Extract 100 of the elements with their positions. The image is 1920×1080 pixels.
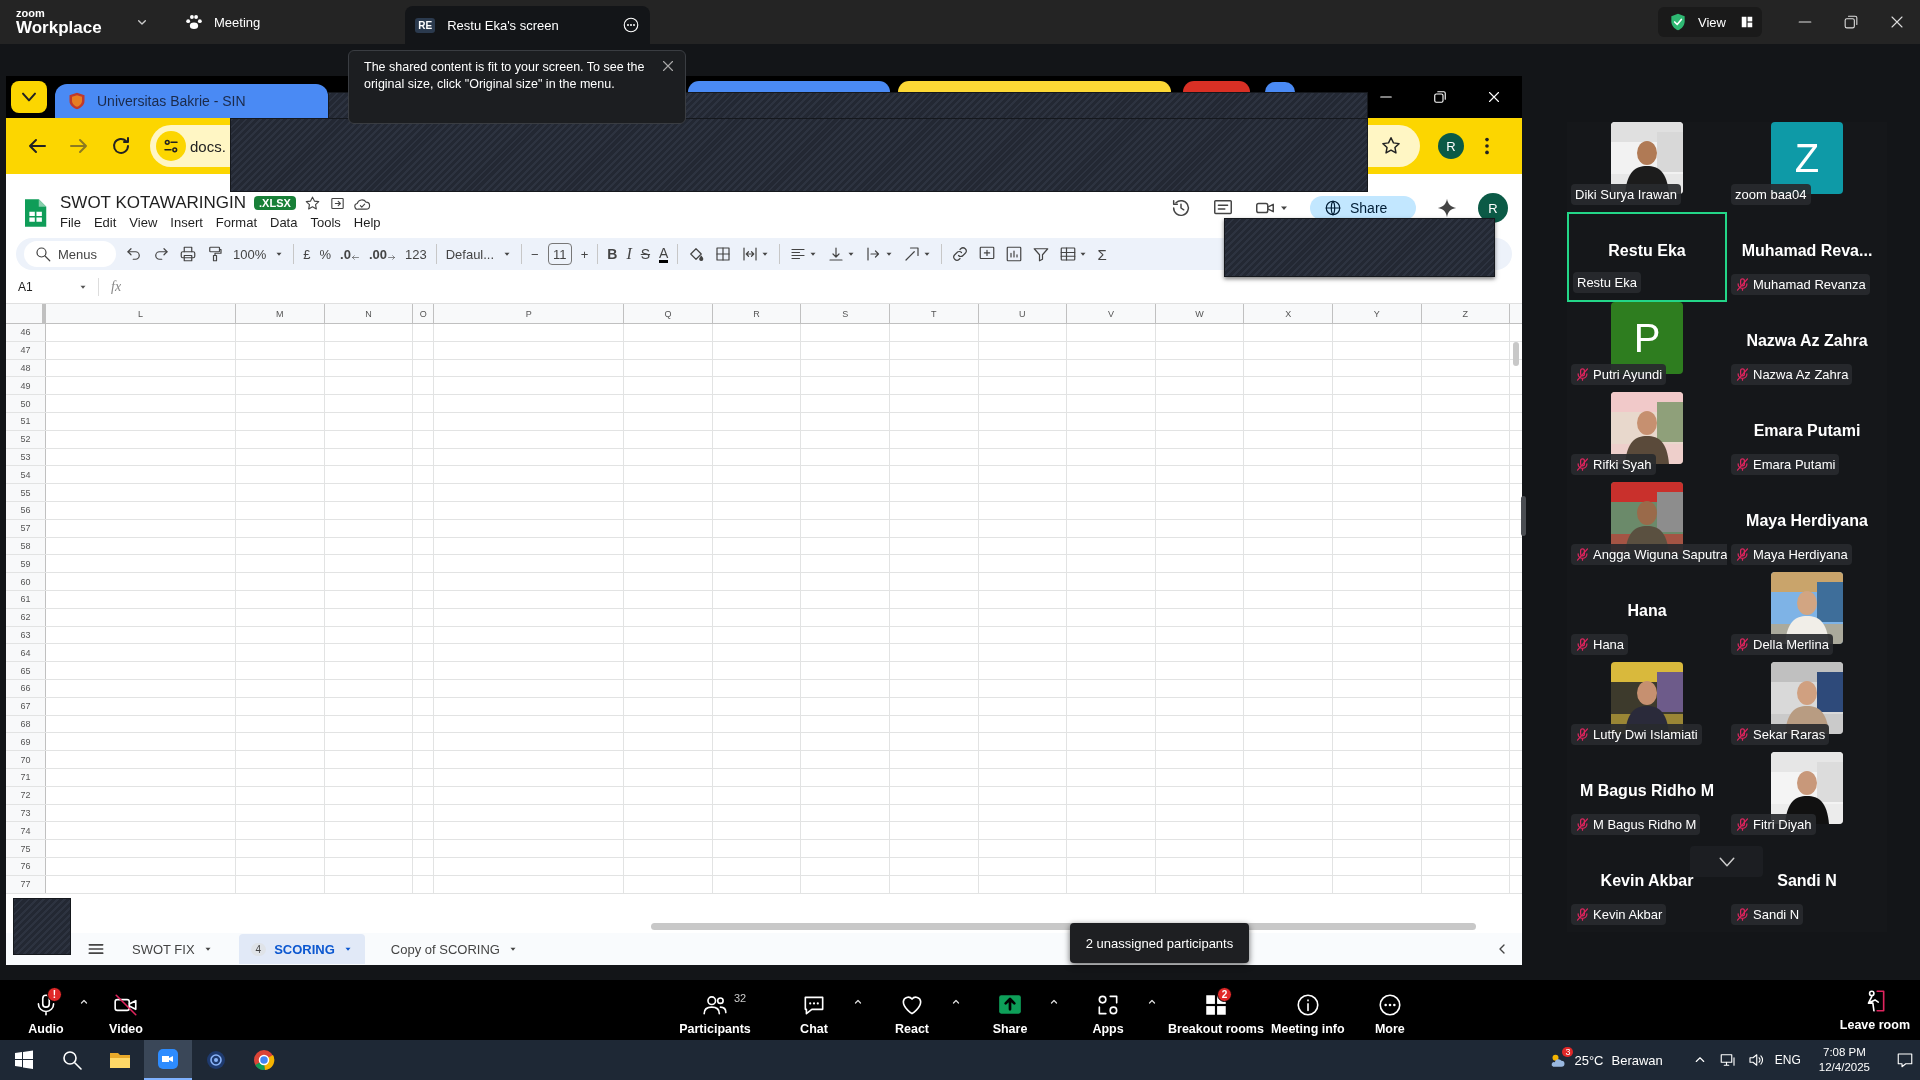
text-color-button[interactable]: A xyxy=(659,245,669,263)
decrease-size-button[interactable]: − xyxy=(531,246,539,262)
row-number[interactable]: 70 xyxy=(6,751,46,768)
chart-icon[interactable] xyxy=(1005,245,1024,263)
browser-tab[interactable] xyxy=(688,81,890,92)
column-header[interactable]: P xyxy=(434,304,625,323)
sheet-tab[interactable]: SWOT FIX xyxy=(120,934,225,964)
paint-format-icon[interactable] xyxy=(206,245,224,263)
history-icon[interactable] xyxy=(1170,197,1192,219)
font-dropdown[interactable]: Defaul... xyxy=(445,246,513,262)
text-rotation-icon[interactable] xyxy=(903,245,922,263)
paw-icon[interactable] xyxy=(184,12,204,32)
view-button[interactable]: View xyxy=(1658,7,1762,37)
redo-icon[interactable] xyxy=(152,245,170,263)
network-icon[interactable] xyxy=(1718,1051,1737,1069)
percent-button[interactable]: % xyxy=(319,246,332,262)
site-settings-icon[interactable] xyxy=(156,131,186,161)
more-icon[interactable] xyxy=(622,16,641,34)
print-icon[interactable] xyxy=(179,245,197,263)
menu-item[interactable]: Edit xyxy=(93,215,124,230)
audio-button[interactable]: ! Audio xyxy=(14,984,78,1036)
link-icon[interactable] xyxy=(951,245,970,263)
column-header[interactable]: S xyxy=(801,304,890,323)
fill-color-icon[interactable] xyxy=(687,245,706,263)
currency-button[interactable]: £ xyxy=(303,246,311,262)
sheet-tab[interactable]: 4 SCORING xyxy=(238,934,365,964)
undo-icon[interactable] xyxy=(125,245,143,263)
row-number[interactable]: 49 xyxy=(6,377,46,395)
resize-handle[interactable] xyxy=(1521,496,1526,536)
row-number[interactable]: 46 xyxy=(6,324,46,341)
column-header[interactable]: Y xyxy=(1332,304,1422,323)
bold-button[interactable]: B xyxy=(607,246,618,262)
volume-icon[interactable] xyxy=(1746,1051,1765,1069)
language-indicator[interactable]: ENG xyxy=(1774,1053,1801,1067)
browser-tab[interactable] xyxy=(1183,81,1250,92)
column-header[interactable]: Q xyxy=(624,304,713,323)
row-number[interactable]: 65 xyxy=(6,662,46,679)
video-button[interactable]: Video xyxy=(94,984,158,1036)
column-header[interactable]: Z xyxy=(1421,304,1511,323)
participants-button[interactable]: 32 Participants xyxy=(660,984,770,1036)
browser-tab[interactable]: Universitas Bakrie - SIN xyxy=(55,84,328,118)
share-button[interactable]: Share xyxy=(972,984,1048,1036)
taskbar-button[interactable] xyxy=(144,1040,192,1080)
menu-item[interactable]: Tools xyxy=(310,215,348,230)
filter-icon[interactable] xyxy=(1032,245,1051,263)
column-header[interactable]: W xyxy=(1155,304,1245,323)
increase-decimal-button[interactable]: .00 xyxy=(368,246,387,262)
tab-search-button[interactable] xyxy=(11,81,47,113)
menu-item[interactable]: Insert xyxy=(170,215,210,230)
document-title[interactable]: SWOT KOTAWARINGIN xyxy=(60,193,247,213)
strikethrough-button[interactable]: S xyxy=(640,246,651,262)
menu-item[interactable]: Data xyxy=(270,215,305,230)
clock-time[interactable]: 7:08 PM xyxy=(1823,1045,1866,1060)
share-button[interactable]: Share xyxy=(1310,196,1416,220)
column-header[interactable]: T xyxy=(889,304,979,323)
decrease-decimal-button[interactable]: .0 xyxy=(340,246,351,262)
chat-button[interactable]: Chat xyxy=(776,984,852,1036)
column-header[interactable]: R xyxy=(712,304,802,323)
borders-icon[interactable] xyxy=(714,245,733,263)
bookmark-button[interactable] xyxy=(1368,125,1420,167)
row-number[interactable]: 59 xyxy=(6,555,46,573)
restore-icon[interactable] xyxy=(1431,88,1449,106)
zoom-dropdown[interactable]: 100% xyxy=(233,246,285,262)
column-header[interactable]: N xyxy=(324,304,414,323)
info-button[interactable]: Meeting info xyxy=(1269,984,1346,1036)
menu-item[interactable]: Format xyxy=(215,215,264,230)
address-bar[interactable]: docs. xyxy=(150,125,230,167)
italic-button[interactable]: I xyxy=(626,245,632,263)
profile-avatar[interactable]: R xyxy=(1478,193,1508,223)
share-tab[interactable]: RE Restu Eka's screen xyxy=(405,6,651,44)
row-number[interactable]: 75 xyxy=(6,840,46,857)
clock-date[interactable]: 12/4/2025 xyxy=(1818,1060,1870,1075)
functions-button[interactable]: Σ xyxy=(1097,245,1107,263)
name-box[interactable]: A1 xyxy=(18,279,78,294)
menu-item[interactable]: Help xyxy=(353,215,388,230)
menu-search-field[interactable]: Menus xyxy=(24,241,116,267)
column-header[interactable]: L xyxy=(46,304,236,323)
more-button[interactable]: More xyxy=(1351,984,1428,1036)
leave-button[interactable]: Leave room xyxy=(1839,988,1910,1032)
merge-cells-icon[interactable] xyxy=(741,245,760,263)
menu-item[interactable]: File xyxy=(60,215,88,230)
star-icon[interactable] xyxy=(303,194,321,212)
row-number[interactable]: 60 xyxy=(6,573,46,590)
column-header[interactable]: V xyxy=(1067,304,1156,323)
number-format-button[interactable]: 123 xyxy=(404,246,427,262)
row-number[interactable]: 55 xyxy=(6,484,46,501)
increase-size-button[interactable]: + xyxy=(580,246,589,262)
font-size-field[interactable]: 11 xyxy=(547,243,572,265)
row-number[interactable]: 50 xyxy=(6,395,46,412)
row-number[interactable]: 69 xyxy=(6,733,46,751)
video-tile[interactable]: Restu Eka Restu Eka xyxy=(1567,212,1727,302)
sheet-tab[interactable]: Copy of SCORING xyxy=(378,934,530,964)
meeting-label[interactable]: Meeting xyxy=(214,14,261,30)
row-number[interactable]: 64 xyxy=(6,644,46,662)
row-number[interactable]: 54 xyxy=(6,466,46,484)
apps-button[interactable]: Apps xyxy=(1070,984,1146,1036)
column-header[interactable]: X xyxy=(1244,304,1333,323)
menu-item[interactable]: View xyxy=(129,215,165,230)
table-icon[interactable] xyxy=(1059,245,1078,263)
scrollbar-thumb[interactable] xyxy=(1513,342,1519,366)
